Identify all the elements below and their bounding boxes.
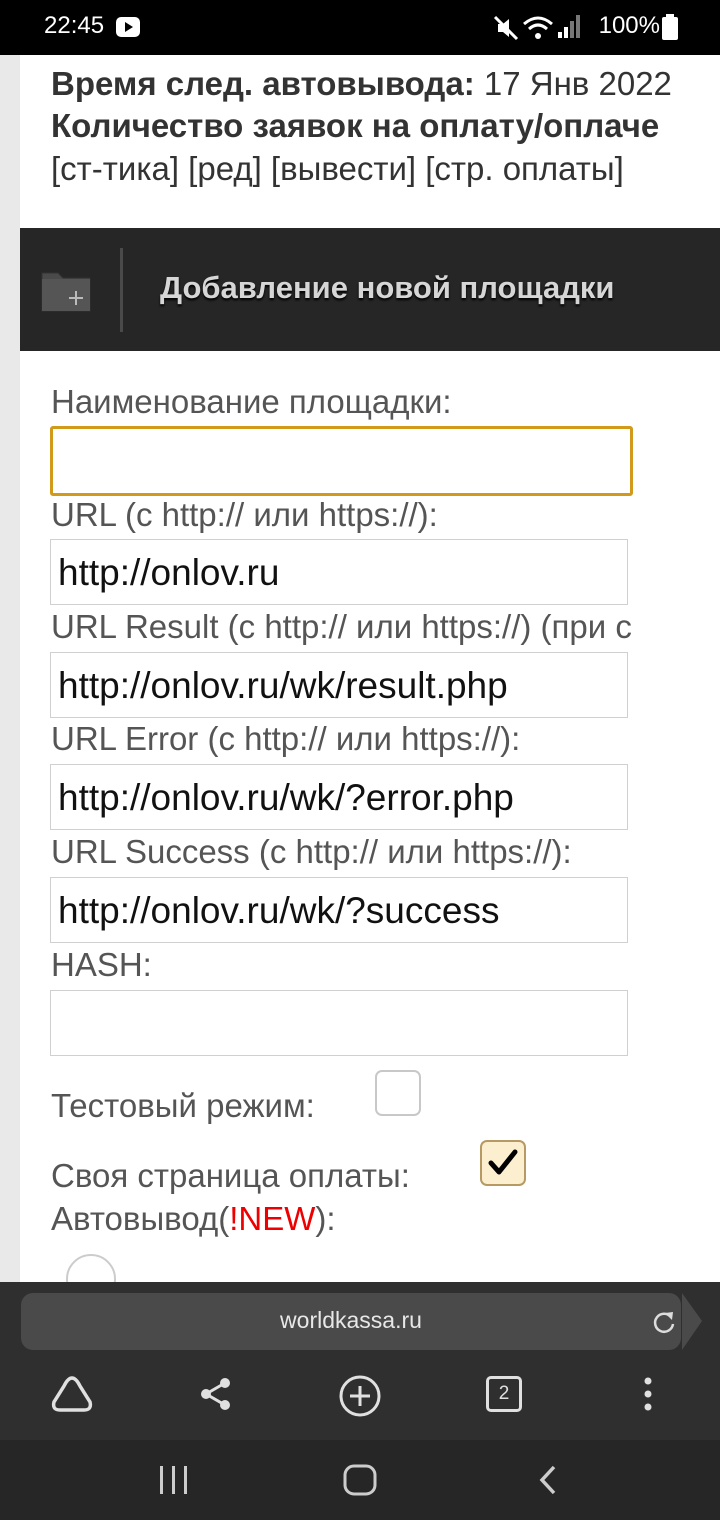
account-links[interactable]: [ст-тика] [ред] [вывести] [стр. оплаты] (51, 150, 624, 188)
test-mode-checkbox[interactable] (375, 1070, 421, 1116)
tab-count: 2 (498, 1383, 510, 1404)
autopayout-time-label: Время след. автовывода: (51, 65, 475, 102)
own-page-label: Своя страница оплаты: (51, 1157, 410, 1194)
url-result-input[interactable]: http://onlov.ru/wk/result.php (50, 652, 628, 718)
more-menu-icon[interactable] (640, 1376, 656, 1412)
status-bar: 22:45 100% (0, 0, 720, 55)
web-page: Время след. автовывода: 17 Янв 2022 Коли… (20, 55, 720, 1282)
clock: 22:45 (44, 12, 105, 39)
autopayout-time: Время след. автовывода: 17 Янв 2022 (51, 65, 672, 103)
url-error-label: URL Error (с http:// или https://): (51, 720, 521, 757)
youtube-notification-icon (116, 17, 140, 37)
back-icon[interactable] (536, 1464, 560, 1496)
url-success-input[interactable]: http://onlov.ru/wk/?success (50, 877, 628, 943)
url-label: URL (с http:// или https://): (51, 496, 438, 533)
autopayout-label-text: Автовывод( (51, 1200, 230, 1237)
battery-percent: 100% (598, 12, 660, 39)
autopayout-radio[interactable] (66, 1254, 116, 1282)
autopayout-label: Автовывод(!NEW): (51, 1200, 336, 1238)
url-error-input[interactable]: http://onlov.ru/wk/?error.php (50, 764, 628, 830)
mute-icon (493, 15, 519, 41)
requests-count: Количество заявок на оплату/оплаче (51, 107, 659, 145)
url-success-label: URL Success (с http:// или https://): (51, 833, 572, 870)
recent-apps-icon[interactable] (158, 1466, 190, 1494)
panel-header: Добавление новой площадки (20, 228, 720, 351)
panel-title: Добавление новой площадки (160, 270, 615, 305)
autopayout-time-value: 17 Янв 2022 (483, 65, 672, 102)
url-bar-edge (682, 1293, 702, 1350)
header-divider (120, 248, 123, 332)
signal-icon (558, 15, 580, 38)
requests-count-label: Количество заявок на оплату/оплаче (51, 107, 660, 144)
system-nav-bar (0, 1440, 720, 1520)
tabs-button[interactable]: 2 (486, 1376, 522, 1412)
own-page-checkbox[interactable] (480, 1140, 526, 1186)
name-input[interactable] (50, 426, 633, 496)
hash-input[interactable] (50, 990, 628, 1056)
share-icon[interactable] (198, 1376, 234, 1412)
address-bar[interactable]: worldkassa.ru (21, 1293, 681, 1350)
checkmark-icon (488, 1149, 518, 1175)
name-label: Наименование площадки: (51, 383, 452, 420)
autopayout-label-suffix: ): (315, 1200, 336, 1237)
browser-home-icon[interactable] (50, 1374, 94, 1414)
address-bar-url: worldkassa.ru (280, 1307, 422, 1333)
url-input[interactable]: http://onlov.ru (50, 539, 628, 605)
home-icon[interactable] (343, 1464, 377, 1496)
browser-toolbar: worldkassa.ru 2 (0, 1282, 720, 1440)
folder-add-icon (41, 272, 91, 312)
new-tab-icon[interactable] (337, 1373, 383, 1419)
test-mode-label: Тестовый режим: (51, 1087, 315, 1124)
reload-icon[interactable] (651, 1309, 677, 1335)
url-result-label: URL Result (с http:// или https://) (при… (51, 608, 632, 645)
new-badge: !NEW (229, 1200, 316, 1237)
wifi-icon (523, 16, 553, 39)
hash-label: HASH: (51, 946, 152, 983)
battery-icon (662, 14, 678, 40)
